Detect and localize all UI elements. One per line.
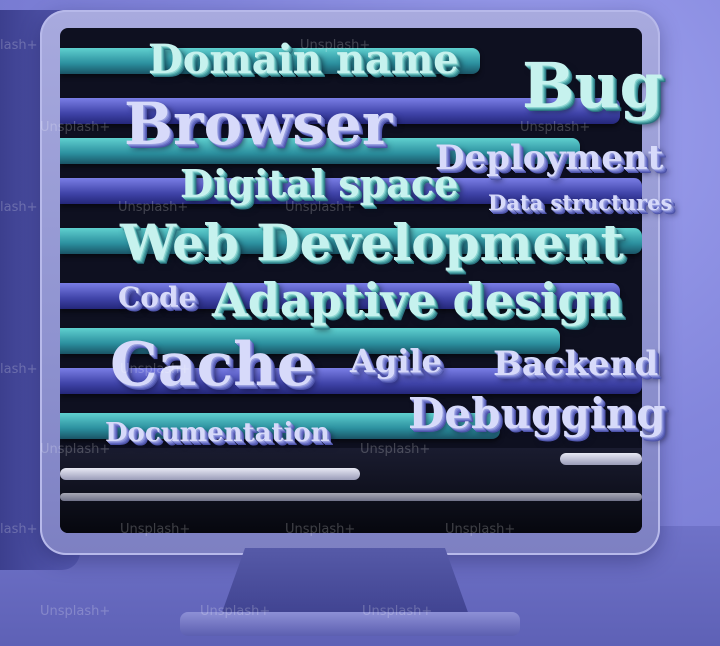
watermark: Unsplash+ xyxy=(445,522,516,537)
word-digital-space: Digital space xyxy=(180,161,459,206)
screen-bottom-bars xyxy=(60,448,642,533)
word-code: Code xyxy=(118,281,197,314)
watermark: Unsplash+ xyxy=(40,604,111,619)
word-data-structures: Data structures xyxy=(488,190,673,215)
watermark: Unsplash+ xyxy=(118,200,189,215)
bar xyxy=(60,468,360,480)
word-browser: Browser xyxy=(124,90,393,158)
watermark: Unsplash+ xyxy=(40,120,111,135)
watermark: Unsplash+ xyxy=(362,604,433,619)
word-deployment: Deployment xyxy=(435,138,664,178)
bar xyxy=(60,493,642,501)
word-debugging: Debugging xyxy=(408,389,666,438)
watermark: Unsplash+ xyxy=(285,200,356,215)
watermark: lash+ xyxy=(0,362,38,377)
photo-scene: Domain name Bug Browser Deployment Digit… xyxy=(0,0,720,646)
bar xyxy=(560,453,642,465)
word-backend: Backend xyxy=(493,344,659,384)
watermark: Unsplash+ xyxy=(285,522,356,537)
word-bug: Bug xyxy=(522,49,663,122)
watermark: Unsplash+ xyxy=(200,604,271,619)
watermark: Unsplash+ xyxy=(300,38,371,53)
word-adaptive-design: Adaptive design xyxy=(212,273,623,327)
word-web-development: Web Development xyxy=(120,213,624,272)
watermark: Unsplash+ xyxy=(40,442,111,457)
word-documentation: Documentation xyxy=(105,418,330,448)
watermark: Unsplash+ xyxy=(360,442,431,457)
watermark: lash+ xyxy=(0,200,38,215)
word-agile: Agile xyxy=(350,342,442,380)
watermark: Unsplash+ xyxy=(120,362,191,377)
watermark: lash+ xyxy=(0,522,38,537)
watermark: Unsplash+ xyxy=(520,120,591,135)
watermark: Unsplash+ xyxy=(120,522,191,537)
watermark: lash+ xyxy=(0,38,38,53)
